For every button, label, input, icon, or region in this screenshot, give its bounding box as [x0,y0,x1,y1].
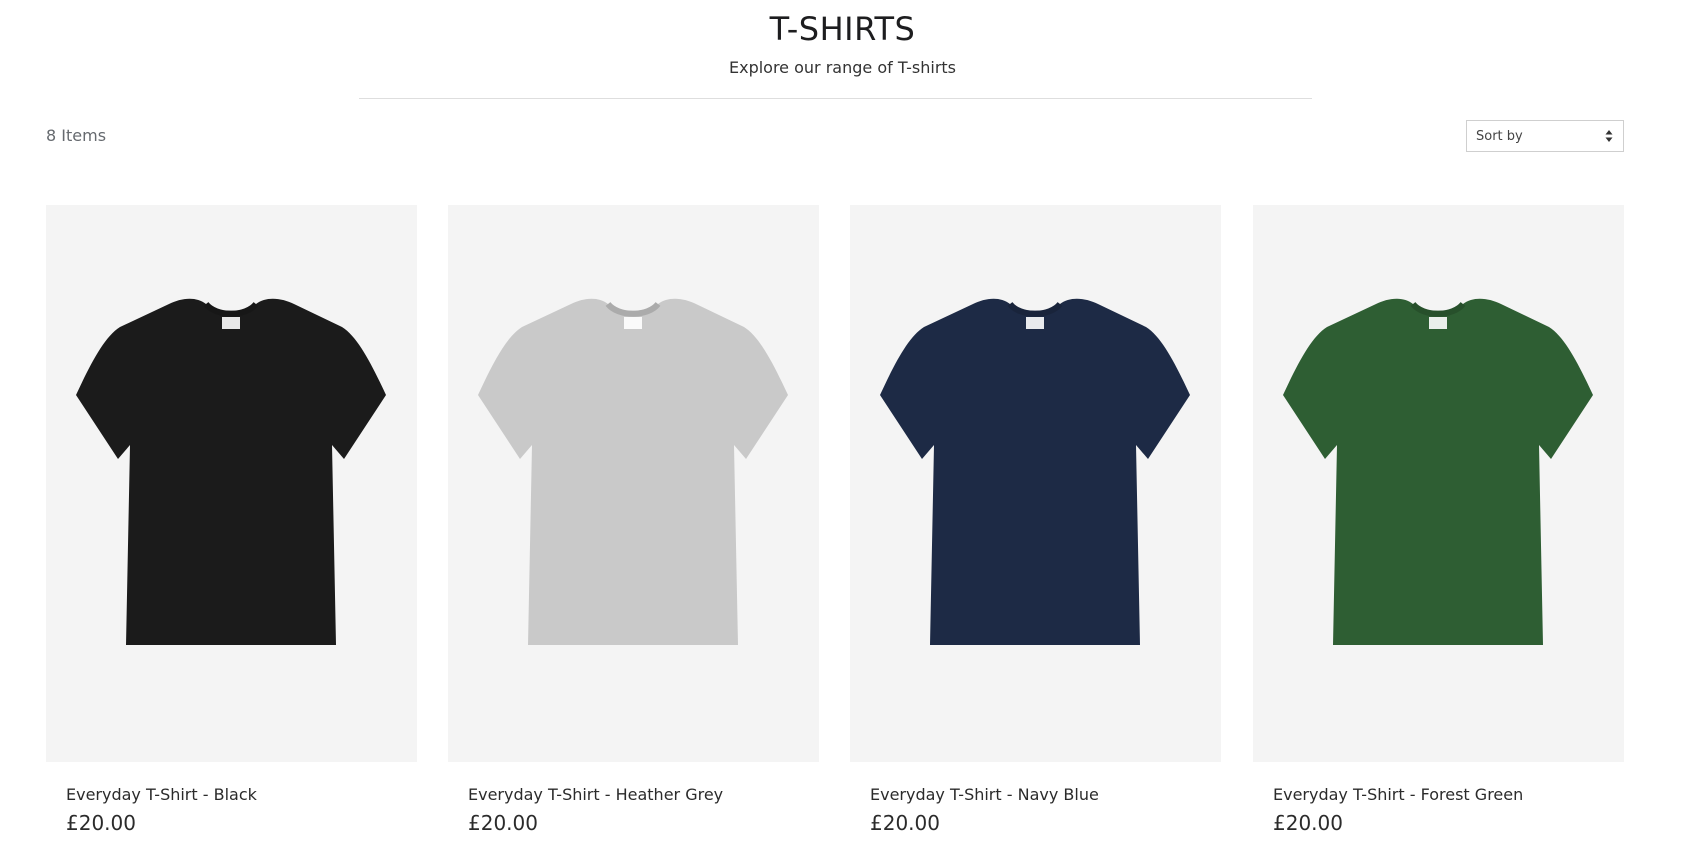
tshirt-body [76,298,386,645]
tshirt-collar [203,301,259,317]
product-card[interactable]: Everyday T-Shirt - Black £20.00 [46,205,417,835]
product-image[interactable] [448,205,819,762]
tshirt-tag [1026,317,1044,329]
product-price: £20.00 [66,811,136,835]
tshirt-image [76,298,386,645]
product-image[interactable] [46,205,417,762]
product-card[interactable]: Everyday T-Shirt - Navy Blue £20.00 [850,205,1221,835]
product-name[interactable]: Everyday T-Shirt - Black [66,785,257,804]
title-divider [359,98,1312,99]
tshirt-collar [605,301,661,317]
product-name[interactable]: Everyday T-Shirt - Forest Green [1273,785,1523,804]
tshirt-collar [1007,301,1063,317]
tshirt-body [880,298,1190,645]
product-price: £20.00 [870,811,940,835]
tshirt-image [478,298,788,645]
tshirt-tag [1429,317,1447,329]
product-price: £20.00 [1273,811,1343,835]
tshirt-tag [624,317,642,329]
page-title: T-SHIRTS [769,10,916,48]
product-image[interactable] [1253,205,1624,762]
tshirt-image [880,298,1190,645]
sort-select[interactable]: Sort by [1466,120,1624,152]
product-listing-page: T-SHIRTS Explore our range of T-shirts 8… [0,0,1685,846]
tshirt-collar [1410,301,1466,317]
tshirt-body [478,298,788,645]
product-image[interactable] [850,205,1221,762]
product-name[interactable]: Everyday T-Shirt - Navy Blue [870,785,1099,804]
product-card[interactable]: Everyday T-Shirt - Heather Grey £20.00 [448,205,819,835]
tshirt-body [1283,298,1593,645]
product-price: £20.00 [468,811,538,835]
product-card[interactable]: Everyday T-Shirt - Forest Green £20.00 [1253,205,1624,835]
sort-arrows-icon [1605,130,1613,142]
tshirt-tag [222,317,240,329]
sort-select-label: Sort by [1476,128,1523,144]
item-count: 8 Items [46,126,107,145]
product-name[interactable]: Everyday T-Shirt - Heather Grey [468,785,723,804]
page-subtitle: Explore our range of T-shirts [728,58,957,77]
tshirt-image [1283,298,1593,645]
